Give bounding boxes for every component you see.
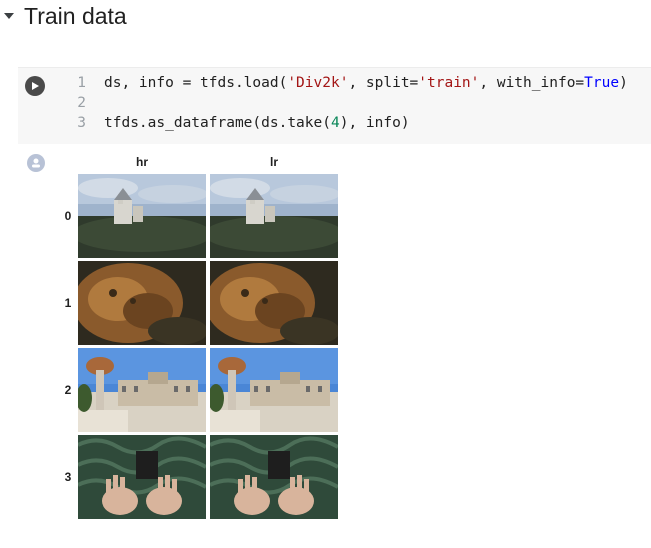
output-glyph — [32, 158, 40, 168]
code-line-text[interactable]: ds, info = tfds.load('Div2k', split='tra… — [104, 73, 628, 93]
column-header-hr: hr — [136, 155, 148, 169]
hr-image-cell — [78, 261, 206, 345]
code-line: 2 — [56, 93, 628, 113]
code-line: 1 ds, info = tfds.load('Div2k', split='t… — [56, 73, 628, 93]
row-index: 3 — [64, 470, 72, 484]
row-index: 1 — [64, 296, 72, 310]
section-header: Train data — [0, 0, 127, 32]
code-token-string: 'Div2k' — [287, 75, 349, 91]
castle-image — [210, 174, 338, 258]
section-title: Train data — [24, 2, 127, 29]
lr-image-cell — [210, 174, 338, 258]
index-header — [62, 153, 74, 171]
code-token: ds, info = tfds.load( — [104, 75, 288, 91]
lion-image — [210, 261, 338, 345]
play-icon — [32, 82, 39, 90]
lr-image-cell — [210, 435, 338, 519]
row-index: 0 — [64, 209, 72, 223]
table-row: 2 — [62, 348, 338, 432]
code-token-number: 4 — [330, 115, 340, 131]
caret-down-icon[interactable] — [4, 13, 14, 19]
hr-image-cell — [78, 435, 206, 519]
code-token-keyword: True — [584, 75, 620, 91]
hands-image — [78, 435, 206, 519]
column-header-lr: lr — [269, 155, 278, 169]
code-token: ), info) — [339, 115, 410, 131]
code-token: , with_info= — [479, 75, 585, 91]
table-row: 1 — [62, 261, 338, 345]
palace-image — [210, 348, 338, 432]
lr-image-cell — [210, 261, 338, 345]
table-row: 0 — [62, 174, 338, 258]
hr-image-cell — [78, 348, 206, 432]
code-token: , split= — [348, 75, 419, 91]
dataframe-table: hr lr 0 1 2 3 — [58, 150, 342, 522]
lr-image-cell — [210, 348, 338, 432]
line-number: 3 — [77, 115, 86, 131]
output-area: hr lr 0 1 2 3 — [58, 150, 342, 522]
row-index: 2 — [64, 383, 72, 397]
header-row: hr lr — [62, 153, 338, 171]
hr-image-cell — [78, 174, 206, 258]
code-cell[interactable]: 1 ds, info = tfds.load('Div2k', split='t… — [18, 67, 651, 144]
code-token-string: 'train' — [418, 75, 480, 91]
code-editor[interactable]: 1 ds, info = tfds.load('Div2k', split='t… — [56, 73, 628, 133]
lion-image — [78, 261, 206, 345]
hands-image — [210, 435, 338, 519]
output-settings-icon[interactable] — [27, 154, 45, 172]
code-line: 3 tfds.as_dataframe(ds.take(4), info) — [56, 113, 628, 133]
palace-image — [78, 348, 206, 432]
code-line-text[interactable]: tfds.as_dataframe(ds.take(4), info) — [104, 113, 410, 133]
castle-image — [78, 174, 206, 258]
table-row: 3 — [62, 435, 338, 519]
code-token: ) — [619, 75, 628, 91]
run-cell-button[interactable] — [25, 76, 45, 96]
line-number: 2 — [77, 95, 86, 111]
line-number: 1 — [77, 75, 86, 91]
code-token: tfds.as_dataframe(ds.take( — [104, 115, 331, 131]
